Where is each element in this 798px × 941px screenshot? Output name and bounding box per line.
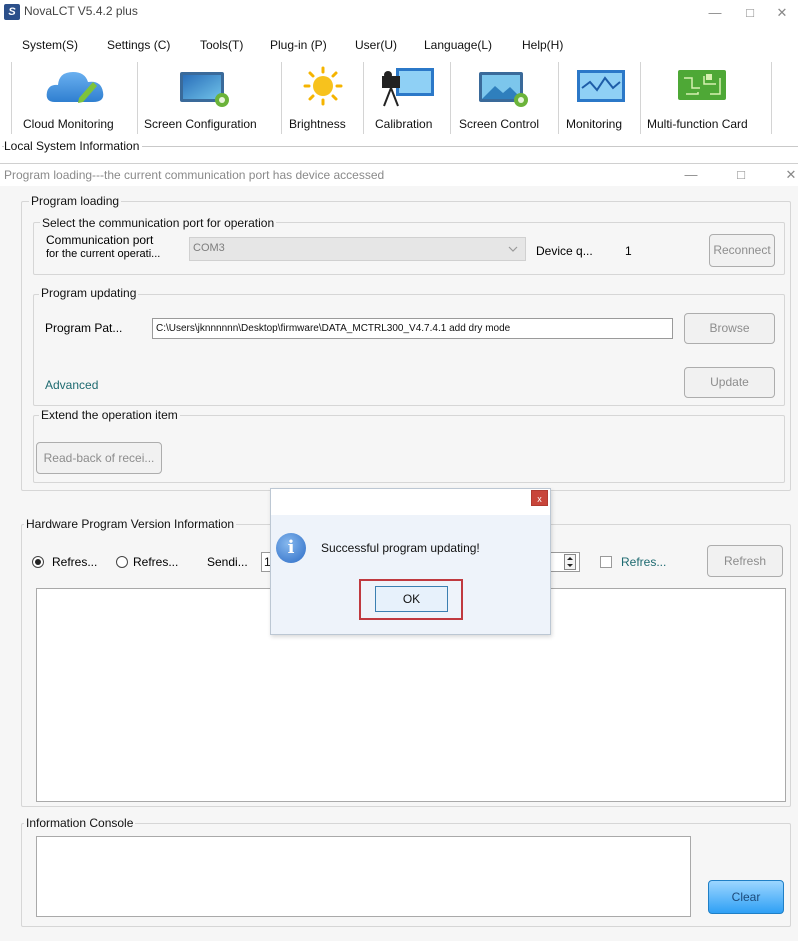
menu-help[interactable]: Help(H) [522, 38, 563, 52]
toolbar-separator [771, 62, 772, 134]
refresh-mode-radio-1-label: Refres... [52, 555, 98, 569]
window-title: NovaLCT V5.4.2 plus [24, 4, 138, 18]
cloud-icon [46, 72, 104, 103]
dialog-message: Successful program updating! [321, 541, 480, 555]
minimize-button[interactable]: — [705, 5, 725, 21]
toolbar-separator [281, 62, 282, 134]
menu-settings[interactable]: Settings (C) [107, 38, 170, 52]
toolbar-screen-control[interactable]: Screen Control [453, 62, 556, 136]
program-updating-group [33, 294, 785, 406]
sun-icon [303, 66, 343, 106]
refresh-mode-radio-2-label: Refres... [133, 555, 179, 569]
menu-tools[interactable]: Tools(T) [200, 38, 243, 52]
toolbar-monitoring[interactable]: Monitoring [562, 62, 638, 136]
information-console-legend: Information Console [24, 816, 136, 830]
device-quantity-label: Device q... [536, 244, 593, 258]
local-system-information-label: Local System Information [4, 139, 143, 153]
close-button[interactable]: ✕ [772, 5, 792, 21]
screen-config-icon [180, 72, 229, 107]
menu-plugin[interactable]: Plug-in (P) [270, 38, 327, 52]
program-loading-legend: Program loading [29, 194, 122, 208]
toolbar-calibration[interactable]: Calibration [366, 62, 448, 136]
toolbar-separator [11, 62, 12, 134]
port-label: Communication port [46, 233, 154, 247]
reconnect-button[interactable]: Reconnect [709, 234, 775, 267]
chevron-down-icon [508, 246, 518, 252]
toolbar-label: Calibration [375, 117, 433, 131]
screen-control-icon [479, 72, 528, 107]
toolbar-label: Cloud Monitoring [23, 117, 114, 131]
dialog-title-bar [271, 489, 550, 515]
browse-button[interactable]: Browse [684, 313, 775, 344]
device-quantity-value: 1 [625, 244, 632, 258]
program-path-input[interactable]: C:\Users\jknnnnnn\Desktop\firmware\DATA_… [152, 318, 673, 339]
refresh-mode-radio-2[interactable] [116, 556, 128, 568]
toolbar-separator [640, 62, 641, 134]
port-select-value: COM3 [193, 242, 225, 254]
inner-window-title: Program loading---the current communicat… [4, 168, 385, 182]
toolbar-multi-function-card[interactable]: Multi-function Card [643, 62, 769, 136]
refresh-button[interactable]: Refresh [707, 545, 783, 577]
toolbar-cloud-monitoring[interactable]: Cloud Monitoring [20, 62, 134, 136]
maximize-button[interactable]: □ [740, 5, 760, 21]
circuit-card-icon [678, 70, 726, 100]
menu-language[interactable]: Language(L) [424, 38, 492, 52]
refresh-checkbox-label: Refres... [621, 555, 667, 569]
inner-maximize-button[interactable]: □ [731, 167, 751, 183]
toolbar-separator [450, 62, 451, 134]
information-console-box[interactable] [36, 836, 691, 917]
refresh-checkbox[interactable] [600, 556, 612, 568]
select-port-legend: Select the communication port for operat… [40, 216, 277, 230]
update-button[interactable]: Update [684, 367, 775, 398]
toolbar-label: Brightness [289, 117, 346, 131]
monitor-wave-icon [577, 70, 625, 102]
dialog-close-icon[interactable]: x [531, 490, 548, 506]
advanced-link[interactable]: Advanced [45, 378, 98, 392]
read-back-button[interactable]: Read-back of recei... [36, 442, 162, 474]
hardware-version-legend: Hardware Program Version Information [24, 517, 237, 531]
toolbar-label: Multi-function Card [647, 117, 748, 131]
extend-legend: Extend the operation item [39, 408, 180, 422]
program-updating-legend: Program updating [39, 286, 139, 300]
toolbar-separator [137, 62, 138, 134]
inner-minimize-button[interactable]: — [681, 167, 701, 183]
toolbar-label: Screen Configuration [144, 117, 257, 131]
toolbar-brightness[interactable]: Brightness [285, 62, 361, 136]
toolbar-label: Screen Control [459, 117, 540, 131]
port-label-line2: for the current operati... [46, 248, 161, 260]
menu-system[interactable]: System(S) [22, 38, 78, 52]
app-logo-icon: S [4, 4, 20, 20]
spinner-arrows-icon[interactable] [564, 554, 576, 570]
sending-label: Sendi... [207, 555, 248, 569]
clear-button[interactable]: Clear [708, 880, 784, 914]
toolbar-label: Monitoring [566, 117, 623, 131]
menu-user[interactable]: User(U) [355, 38, 397, 52]
ok-button[interactable]: OK [375, 586, 448, 612]
info-icon: i [276, 533, 306, 563]
program-path-label: Program Pat... [45, 321, 123, 335]
refresh-mode-radio-1[interactable] [32, 556, 44, 568]
toolbar-screen-configuration[interactable]: Screen Configuration [140, 62, 278, 136]
toolbar-separator [363, 62, 364, 134]
port-select[interactable]: COM3 [189, 237, 526, 261]
camera-icon [382, 68, 434, 107]
toolbar-separator [558, 62, 559, 134]
inner-close-button[interactable]: ✕ [781, 167, 798, 183]
